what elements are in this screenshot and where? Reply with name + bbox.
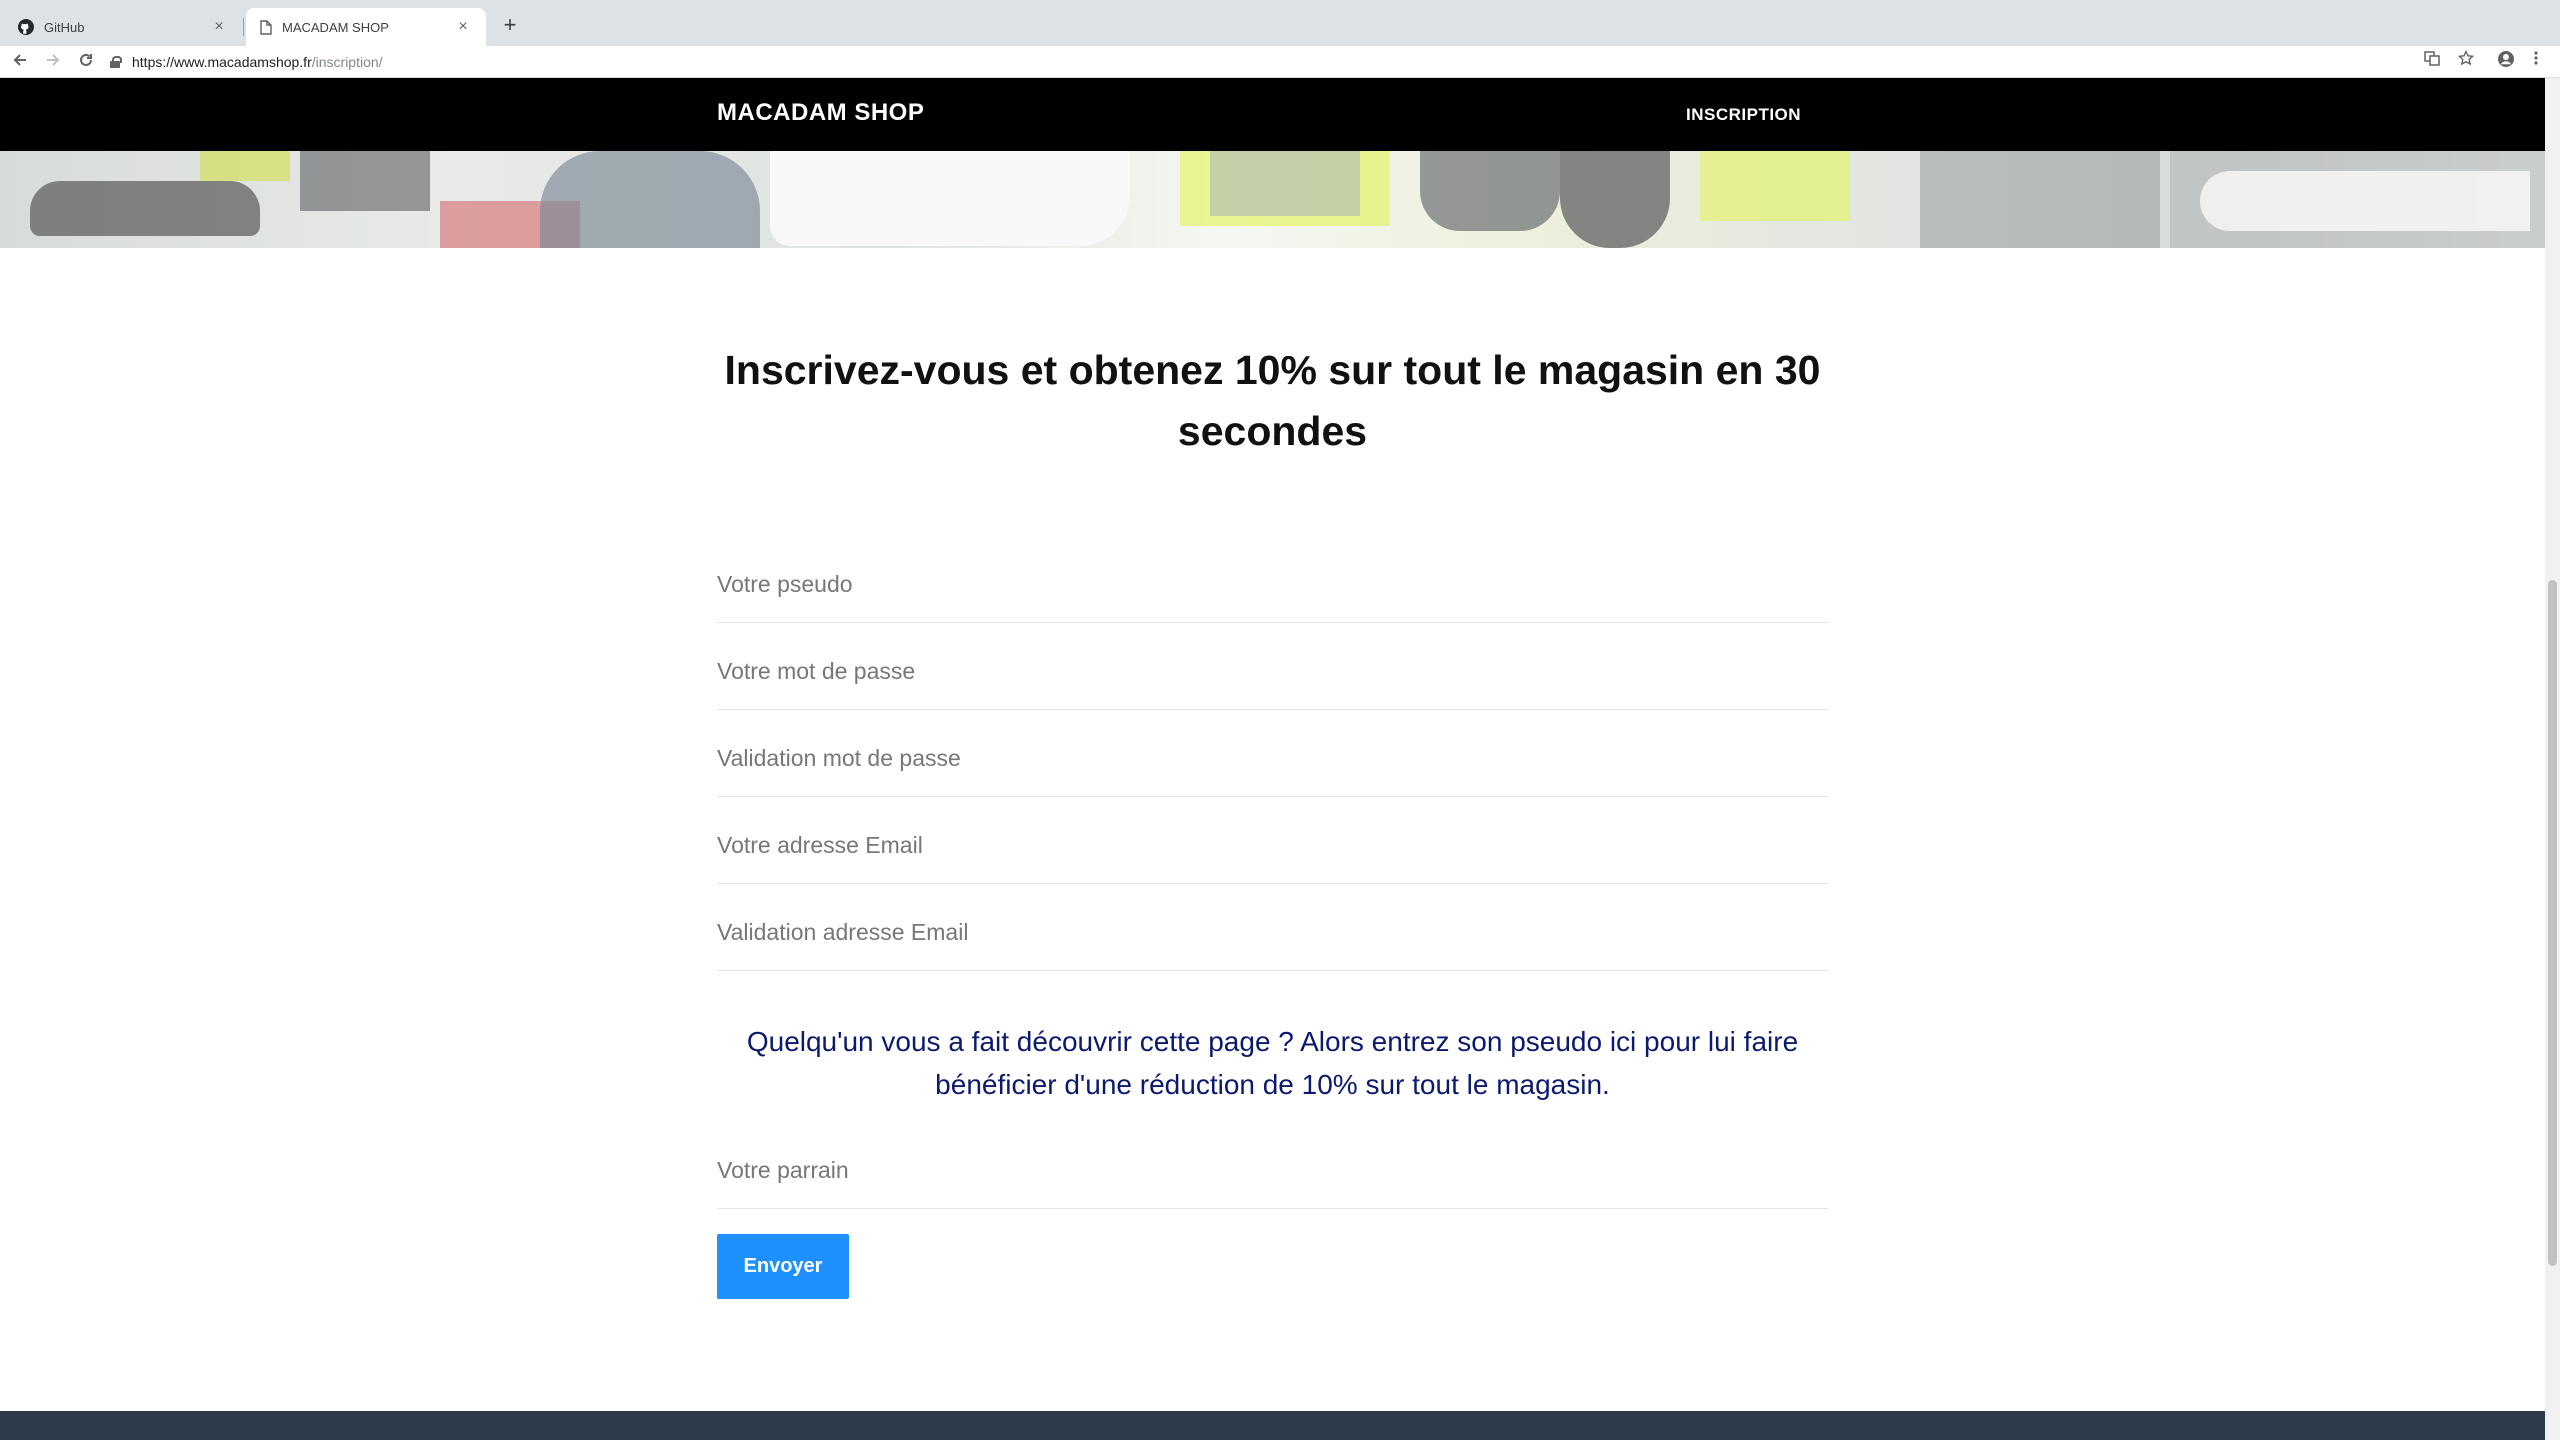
page-icon	[260, 19, 272, 35]
password-confirm-input[interactable]	[717, 728, 1828, 788]
back-icon[interactable]	[8, 50, 32, 74]
reload-icon[interactable]	[74, 50, 98, 74]
password-field	[717, 623, 1828, 710]
close-icon[interactable]: ×	[210, 18, 228, 36]
site-footer	[0, 1411, 2545, 1440]
close-icon[interactable]: ×	[454, 18, 472, 36]
scrollbar-thumb[interactable]	[2548, 580, 2557, 1266]
referral-input[interactable]	[717, 1140, 1828, 1200]
submit-button[interactable]: Envoyer	[717, 1234, 849, 1299]
page-title: Inscrivez-vous et obtenez 10% sur tout l…	[724, 347, 1821, 454]
browser-tab-strip: GitHub × MACADAM SHOP × +	[0, 0, 2560, 46]
email-field	[717, 797, 1828, 884]
email-confirm-field	[717, 884, 1828, 971]
translate-icon[interactable]	[2420, 50, 2444, 74]
email-confirm-input[interactable]	[717, 902, 1828, 962]
tab-macadam-shop[interactable]: MACADAM SHOP ×	[246, 8, 486, 46]
email-input[interactable]	[717, 815, 1828, 875]
password-confirm-field	[717, 710, 1828, 797]
password-input[interactable]	[717, 641, 1828, 701]
address-bar[interactable]: https://www.macadamshop.fr/inscription/	[110, 49, 2410, 75]
browser-toolbar: https://www.macadamshop.fr/inscription/	[0, 46, 2560, 78]
tab-title: GitHub	[44, 19, 85, 35]
menu-kebab-icon[interactable]	[2524, 50, 2548, 74]
nav-inscription-link[interactable]: INSCRIPTION	[1686, 105, 1801, 125]
tab-github[interactable]: GitHub ×	[4, 8, 244, 46]
url-path: /inscription/	[311, 54, 383, 70]
page-scrollbar[interactable]	[2545, 78, 2560, 1440]
pseudo-input[interactable]	[717, 554, 1828, 614]
forward-icon[interactable]	[41, 50, 65, 74]
lock-icon	[110, 56, 122, 68]
site-header: MACADAM SHOP INSCRIPTION	[0, 78, 2545, 151]
star-icon[interactable]	[2454, 49, 2478, 74]
product-banner-image	[0, 151, 2545, 248]
github-icon	[18, 19, 34, 35]
account-icon[interactable]	[2494, 50, 2518, 74]
tab-title: MACADAM SHOP	[282, 19, 389, 35]
new-tab-button[interactable]: +	[496, 12, 524, 40]
site-logo[interactable]: MACADAM SHOP	[717, 99, 924, 127]
referral-message: Quelqu'un vous a fait découvrir cette pa…	[746, 1026, 1799, 1100]
url-host: https://www.macadamshop.fr	[132, 54, 312, 70]
pseudo-field	[717, 536, 1828, 623]
referral-field	[717, 1122, 1828, 1209]
